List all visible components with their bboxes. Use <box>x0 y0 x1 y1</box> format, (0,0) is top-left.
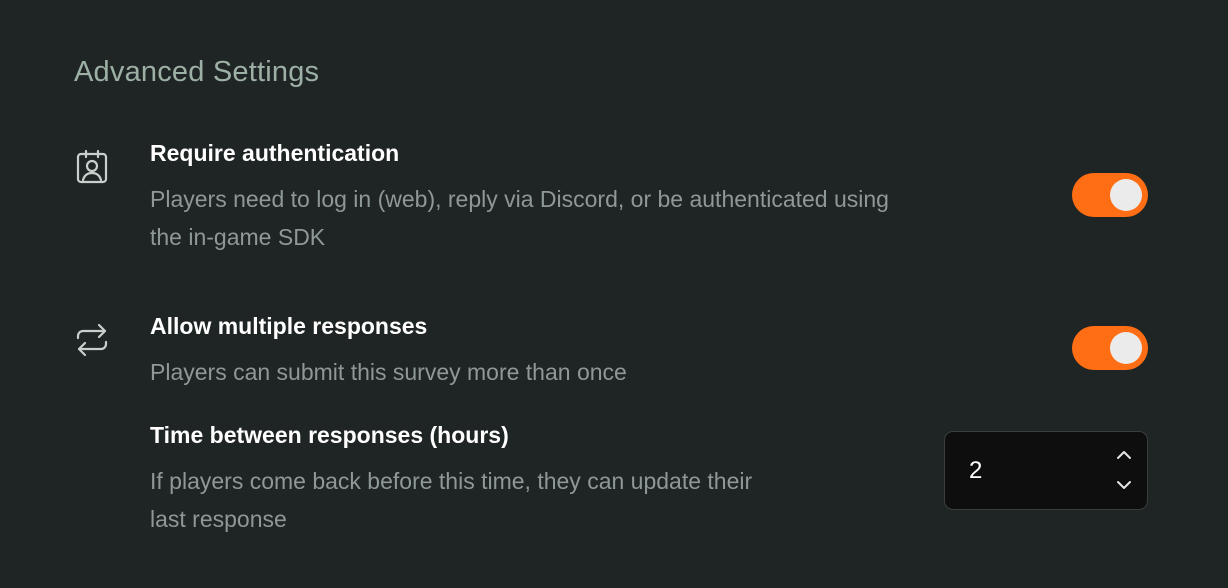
require-auth-title: Require authentication <box>150 140 400 166</box>
advanced-settings-panel: Advanced Settings Require authentication… <box>0 0 1228 588</box>
time-between-description-line-2: last response <box>150 506 287 532</box>
section-title: Advanced Settings <box>74 56 320 88</box>
require-auth-description-line-2: the in-game SDK <box>150 224 326 250</box>
chevron-up-icon[interactable] <box>1113 444 1135 466</box>
time-between-title: Time between responses (hours) <box>150 422 509 448</box>
time-between-input[interactable] <box>969 452 1089 490</box>
require-auth-description-line-1: Players need to log in (web), reply via … <box>150 186 889 212</box>
chevron-down-icon[interactable] <box>1113 474 1135 496</box>
multiple-responses-description: Players can submit this survey more than… <box>150 359 627 385</box>
user-badge-icon <box>74 148 110 184</box>
toggle-knob <box>1110 179 1142 211</box>
multiple-responses-title: Allow multiple responses <box>150 313 428 339</box>
toggle-knob <box>1110 332 1142 364</box>
require-auth-toggle[interactable] <box>1072 173 1148 217</box>
multiple-responses-toggle[interactable] <box>1072 326 1148 370</box>
time-between-description-line-1: If players come back before this time, t… <box>150 468 753 494</box>
time-between-number-field <box>944 431 1148 510</box>
repeat-arrows-icon <box>74 322 110 358</box>
